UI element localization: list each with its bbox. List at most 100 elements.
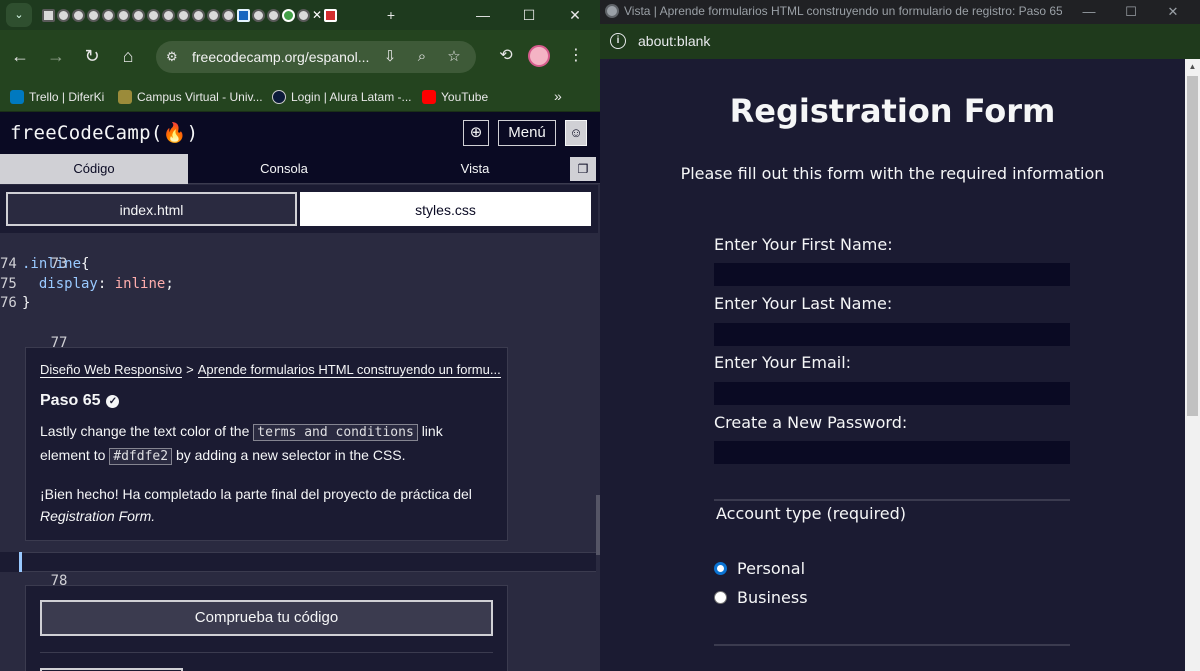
first-name-input[interactable]	[714, 263, 1070, 286]
tab-favicon-icon[interactable]	[177, 8, 190, 22]
preview-scrollbar[interactable]: ▲	[1185, 59, 1200, 671]
breadcrumb-separator: >	[186, 362, 194, 377]
tab-console[interactable]: Consola	[188, 154, 380, 184]
code-editor[interactable]: 73 74 .inline{ 75 display: inline; 76} 77…	[0, 233, 596, 671]
alura-icon	[272, 90, 286, 104]
tab-favicon-icon[interactable]	[297, 8, 310, 22]
scroll-up-arrow-icon[interactable]: ▲	[1185, 59, 1200, 74]
extensions-icon[interactable]: ⟲	[494, 44, 518, 68]
completion-fragment: ¡Bien hecho! Ha completado la parte fina…	[40, 486, 472, 502]
check-code-button[interactable]: Comprueba tu código	[40, 600, 493, 636]
address-url[interactable]: freecodecamp.org/espanol...	[192, 49, 376, 65]
tab-favicon-icon[interactable]	[324, 8, 337, 22]
tab-favicon-icon[interactable]	[72, 8, 85, 22]
tab-favicon-icon[interactable]	[132, 8, 145, 22]
completion-project-name: Registration Form.	[40, 508, 156, 524]
tab-favicon-icon[interactable]	[222, 8, 235, 22]
inline-code: #dfdfe2	[109, 448, 173, 465]
file-tab-styles-css[interactable]: styles.css	[300, 192, 591, 226]
tab-close-icon[interactable]: ✕	[312, 8, 322, 22]
tab-favicon-icon[interactable]	[267, 8, 280, 22]
zoom-icon[interactable]: ⌕	[412, 47, 432, 67]
email-input[interactable]	[714, 382, 1070, 405]
address-bar[interactable]: ⚙ freecodecamp.org/espanol... ⇩ ⌕ ☆	[156, 41, 476, 73]
preview-window: Vista | Aprende formularios HTML constru…	[600, 0, 1200, 671]
tab-favicon-icon[interactable]	[237, 8, 250, 22]
new-tab-button[interactable]: +	[376, 4, 406, 26]
fcc-logo[interactable]: freeCodeCamp(🔥)	[10, 121, 198, 144]
youtube-icon	[422, 90, 436, 104]
home-icon[interactable]: ⌂	[116, 44, 140, 68]
tab-favicon-icon[interactable]	[282, 8, 295, 22]
reload-icon[interactable]: ↻	[80, 44, 104, 68]
divider	[40, 652, 493, 653]
tab-favicon-icon[interactable]	[102, 8, 115, 22]
completion-text: ¡Bien hecho! Ha completado la parte fina…	[40, 483, 495, 527]
info-icon[interactable]: i	[610, 33, 626, 49]
last-name-input[interactable]	[714, 323, 1070, 346]
more-options-icon[interactable]: ⋮	[564, 44, 588, 68]
personal-radio-label[interactable]: Personal	[737, 559, 805, 578]
bookmark-youtube[interactable]: YouTube	[422, 89, 488, 105]
password-input[interactable]	[714, 441, 1070, 464]
preview-window-title: Vista | Aprende formularios HTML constru…	[624, 4, 1062, 18]
preview-url[interactable]: about:blank	[638, 33, 710, 49]
close-window-button[interactable]: ✕	[560, 4, 590, 26]
business-radio[interactable]	[714, 591, 727, 604]
maximize-button[interactable]: ☐	[1116, 1, 1146, 23]
bookmarks-overflow-icon[interactable]: »	[554, 88, 562, 104]
site-settings-icon[interactable]: ⚙	[166, 49, 182, 65]
tab-strip: ⌄ ✕ + — ☐ ✕	[0, 0, 600, 30]
file-tab-index-html[interactable]: index.html	[6, 192, 297, 226]
tab-favicon-icon[interactable]	[87, 8, 100, 22]
bookmarks-bar: Trello | DiferKi Campus Virtual - Univ..…	[0, 82, 600, 112]
line-number: 74	[0, 256, 17, 272]
tab-code[interactable]: Código	[0, 154, 188, 184]
tab-favicon-icon[interactable]	[57, 8, 70, 22]
profile-avatar[interactable]	[528, 45, 550, 67]
preview-title-bar: Vista | Aprende formularios HTML constru…	[600, 0, 1200, 24]
fieldset-divider	[714, 644, 1070, 647]
tab-favicon-icon[interactable]	[207, 8, 220, 22]
business-radio-label[interactable]: Business	[737, 588, 808, 607]
popout-icon[interactable]: ❐	[570, 157, 596, 181]
instruction-fragment: by adding a new selector in the CSS.	[175, 447, 406, 463]
check-code-panel: Comprueba tu código	[25, 585, 508, 671]
minimize-button[interactable]: —	[468, 4, 498, 26]
last-name-label: Enter Your Last Name:	[714, 294, 893, 313]
code-punct: {	[81, 256, 90, 272]
step-label: Paso 65	[40, 392, 101, 409]
browser-toolbar: ← → ↻ ⌂ ⚙ freecodecamp.org/espanol... ⇩ …	[0, 30, 600, 82]
line-number: 76	[0, 295, 17, 311]
bookmark-label: Campus Virtual - Univ...	[137, 90, 263, 104]
breadcrumb-link-block[interactable]: Aprende formularios HTML construyendo un…	[197, 362, 501, 378]
language-globe-icon[interactable]: ⊕	[463, 120, 489, 146]
personal-radio[interactable]	[714, 562, 727, 575]
bookmark-label: YouTube	[441, 90, 489, 104]
bookmark-campus[interactable]: Campus Virtual - Univ...	[118, 89, 263, 105]
bookmark-alura[interactable]: Login | Alura Latam -...	[272, 89, 412, 105]
preview-scrollbar-thumb[interactable]	[1187, 76, 1198, 416]
breadcrumb-link-superblock[interactable]: Diseño Web Responsivo	[40, 362, 183, 378]
tab-search-dropdown[interactable]: ⌄	[6, 3, 32, 27]
minimize-button[interactable]: —	[1074, 1, 1104, 23]
maximize-button[interactable]: ☐	[514, 4, 544, 26]
tab-preview[interactable]: Vista	[380, 154, 570, 184]
forward-arrow-icon[interactable]: →	[44, 44, 68, 68]
tab-favicon-icon[interactable]	[147, 8, 160, 22]
close-window-button[interactable]: ✕	[1158, 1, 1188, 23]
user-avatar-icon[interactable]: ☺	[565, 120, 587, 146]
line-number: 75	[0, 276, 17, 292]
code-punct: :	[97, 276, 115, 292]
tab-favicon-icon[interactable]	[252, 8, 265, 22]
tab-favicon-icon[interactable]	[117, 8, 130, 22]
bookmark-trello[interactable]: Trello | DiferKi	[10, 89, 104, 105]
tab-favicon-icon[interactable]	[162, 8, 175, 22]
tab-favicon-icon[interactable]	[42, 8, 55, 22]
menu-button[interactable]: Menú	[498, 120, 556, 146]
back-arrow-icon[interactable]: ←	[8, 44, 32, 68]
code-line: 74 .inline{	[0, 255, 89, 275]
bookmark-star-icon[interactable]: ☆	[444, 47, 464, 67]
install-app-icon[interactable]: ⇩	[380, 47, 400, 67]
tab-favicon-icon[interactable]	[192, 8, 205, 22]
